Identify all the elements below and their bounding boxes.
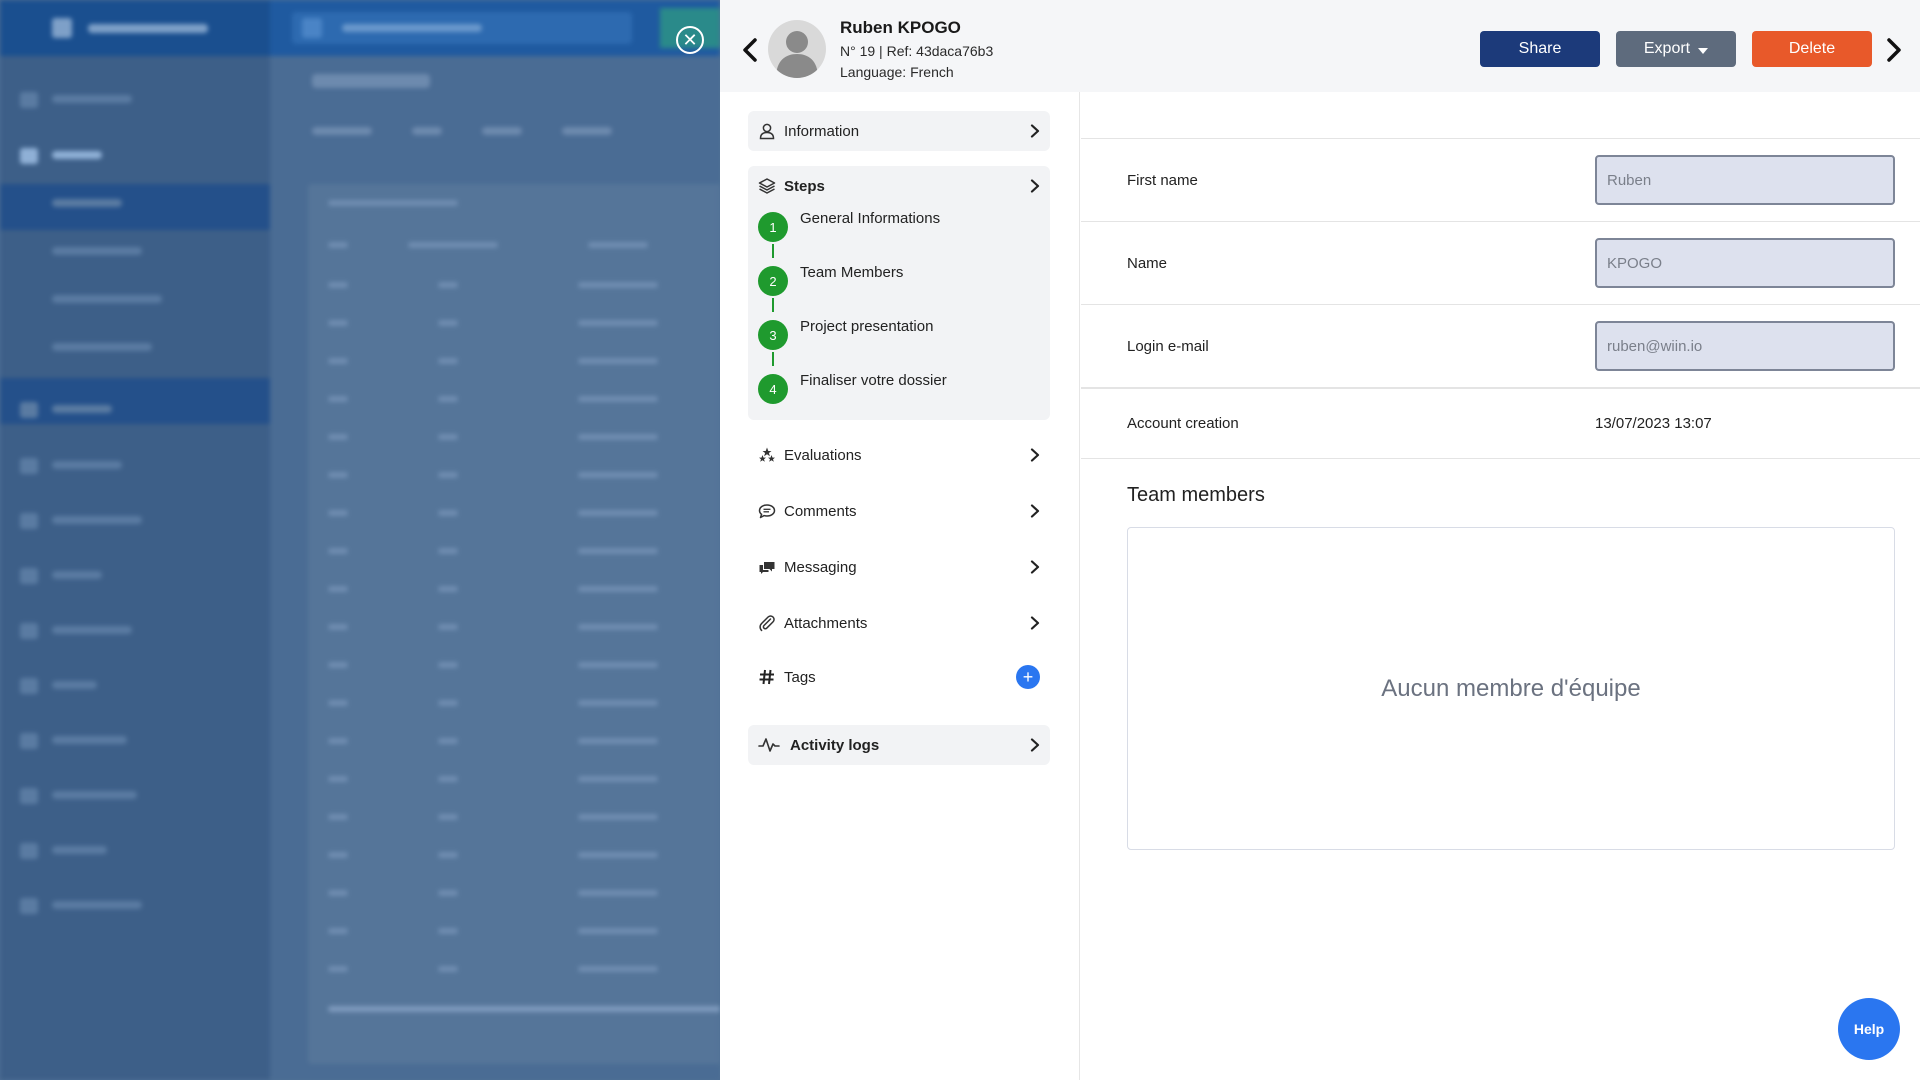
profile-reference: N° 19 | Ref: 43daca76b3 [840, 43, 994, 59]
user-silhouette-icon [776, 31, 818, 78]
drawer-menu: Information Steps 1 General Informations… [720, 92, 1080, 1080]
menu-item-attachments[interactable]: Attachments [748, 603, 1050, 643]
step-number: 1 [758, 212, 788, 242]
help-button[interactable]: Help [1838, 998, 1900, 1060]
user-icon [759, 123, 775, 140]
chevron-right-icon[interactable] [1030, 179, 1040, 193]
close-drawer-button[interactable]: ✕ [676, 26, 704, 54]
team-members-title: Team members [1127, 484, 1265, 506]
step-label: Team Members [800, 264, 904, 281]
menu-item-label: Information [784, 123, 860, 140]
step-number: 4 [758, 374, 788, 404]
step-label: General Informations [800, 210, 941, 227]
chevron-right-icon [1887, 38, 1901, 62]
help-button-label: Help [1853, 1021, 1885, 1037]
team-members-panel: Aucun membre d'équipe [1127, 527, 1895, 850]
export-dropdown-button[interactable]: Export [1616, 31, 1736, 67]
activity-icon [758, 738, 780, 752]
share-button-label: Share [1518, 40, 1562, 57]
chevron-left-icon [743, 38, 757, 62]
menu-item-messaging[interactable]: Messaging [748, 547, 1050, 587]
chevron-right-icon [1030, 124, 1040, 138]
layers-icon [758, 178, 776, 194]
field-row-account-creation: Account creation 13/07/2023 13:07 [1081, 387, 1920, 459]
background-sidebar [0, 56, 270, 1080]
background-content [270, 56, 720, 1080]
drawer-header: Ruben KPOGO N° 19 | Ref: 43daca76b3 Lang… [720, 0, 1920, 92]
step-item[interactable]: 3 Project presentation [758, 318, 1038, 350]
add-tag-button[interactable]: + [1016, 665, 1040, 689]
menu-item-evaluations[interactable]: Evaluations [748, 435, 1050, 475]
menu-item-information[interactable]: Information [748, 111, 1050, 151]
delete-button[interactable]: Delete [1752, 31, 1872, 67]
previous-record-button[interactable] [740, 36, 760, 64]
menu-item-tags: Tags + [748, 657, 1050, 697]
stars-icon [759, 447, 775, 462]
steps-title: Steps [784, 178, 825, 195]
menu-item-label: Evaluations [784, 447, 862, 464]
chevron-right-icon [1030, 616, 1040, 630]
background-app [0, 0, 720, 1080]
chevron-right-icon [1030, 504, 1040, 518]
avatar [768, 20, 826, 78]
step-item[interactable]: 1 General Informations [758, 210, 1038, 242]
share-button[interactable]: Share [1480, 31, 1600, 67]
close-icon: ✕ [682, 30, 698, 50]
plus-icon: + [1022, 667, 1034, 687]
menu-item-activity-logs[interactable]: Activity logs [748, 725, 1050, 765]
chevron-right-icon [1030, 560, 1040, 574]
menu-item-label: Activity logs [790, 737, 880, 754]
step-number: 2 [758, 266, 788, 296]
chevron-right-icon [1030, 738, 1040, 752]
paperclip-icon [759, 615, 775, 632]
menu-item-label: Tags [784, 669, 816, 686]
menu-item-label: Messaging [784, 559, 857, 576]
menu-item-comments[interactable]: Comments [748, 491, 1050, 531]
field-row-first-name: First name Ruben [1081, 138, 1920, 221]
next-record-button[interactable] [1884, 36, 1904, 64]
step-connector [772, 298, 774, 312]
account-creation-value: 13/07/2023 13:07 [1595, 415, 1712, 432]
step-connector [772, 352, 774, 366]
step-item[interactable]: 4 Finaliser votre dossier [758, 372, 1038, 404]
step-number: 3 [758, 320, 788, 350]
hashtag-icon [759, 669, 774, 685]
delete-button-label: Delete [1788, 40, 1836, 57]
team-empty-message: Aucun membre d'équipe [1381, 674, 1641, 702]
login-email-field[interactable]: ruben@wiin.io [1595, 321, 1895, 371]
caret-down-icon [1698, 47, 1709, 54]
field-label: Account creation [1127, 415, 1239, 432]
step-connector [772, 244, 774, 258]
step-label: Project presentation [800, 318, 934, 335]
field-row-login-email: Login e-mail ruben@wiin.io [1081, 304, 1920, 387]
step-item[interactable]: 2 Team Members [758, 264, 1038, 296]
profile-drawer: Ruben KPOGO N° 19 | Ref: 43daca76b3 Lang… [720, 0, 1920, 1080]
field-label: Login e-mail [1127, 338, 1209, 355]
export-button-label: Export [1643, 40, 1691, 57]
messaging-icon [759, 562, 775, 574]
comment-icon [758, 504, 776, 519]
profile-language: Language: French [840, 64, 954, 80]
first-name-field[interactable]: Ruben [1595, 155, 1895, 205]
menu-item-label: Attachments [784, 615, 868, 632]
background-search [292, 12, 632, 44]
field-label: Name [1127, 255, 1168, 272]
menu-item-label: Comments [784, 503, 857, 520]
field-label: First name [1127, 172, 1198, 189]
step-label: Finaliser votre dossier [800, 372, 947, 389]
field-row-name: Name KPOGO [1081, 221, 1920, 304]
menu-section-steps: Steps 1 General Informations 2 Team Memb… [748, 166, 1050, 420]
chevron-right-icon [1030, 448, 1040, 462]
detail-pane: First name Ruben Name KPOGO Login e-mail… [1081, 92, 1920, 1080]
profile-name: Ruben KPOGO [840, 18, 961, 37]
name-field[interactable]: KPOGO [1595, 238, 1895, 288]
background-logo [0, 0, 270, 56]
